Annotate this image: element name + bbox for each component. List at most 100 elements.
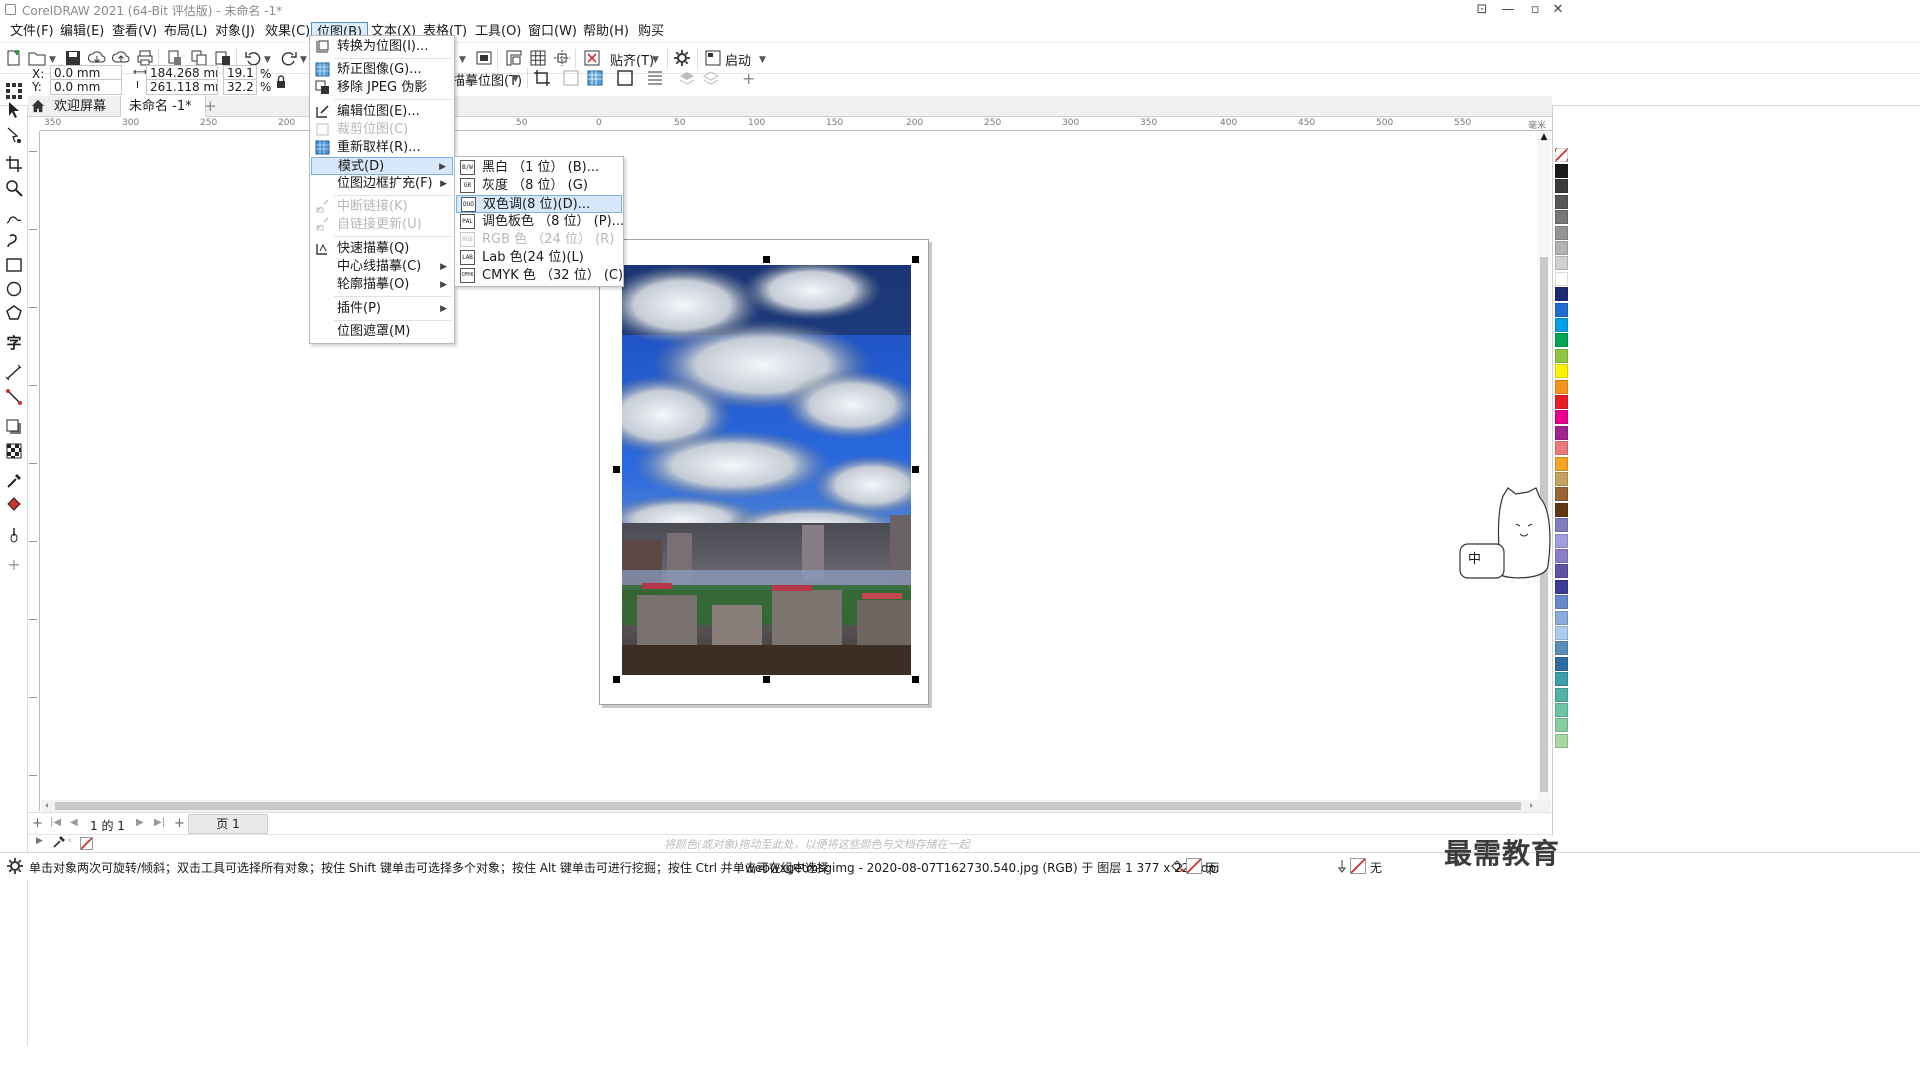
layer-down-icon[interactable]: [702, 69, 720, 87]
rectangle-tool-icon[interactable]: [5, 256, 23, 274]
palette-swatch[interactable]: [1555, 164, 1568, 178]
full-screen-icon[interactable]: [475, 49, 493, 67]
palette-swatch[interactable]: [1555, 641, 1568, 656]
menu-effects[interactable]: 效果(C): [260, 22, 315, 41]
palette-swatch[interactable]: [1555, 456, 1568, 471]
palette-left-icon[interactable]: ‹: [68, 835, 72, 846]
palette-swatch[interactable]: [1555, 287, 1568, 302]
new-document-icon[interactable]: [5, 49, 23, 67]
close-button[interactable]: ✕: [1548, 1, 1568, 19]
parallel-dimension-icon[interactable]: [5, 364, 23, 382]
scroll-thumb[interactable]: [55, 802, 1521, 810]
vertical-scrollbar[interactable]: ▲: [1537, 132, 1551, 800]
launch-dropdown-icon[interactable]: ▼: [759, 55, 766, 65]
scroll-up-icon[interactable]: ▲: [1537, 132, 1551, 144]
menu-edit[interactable]: 编辑(E): [55, 22, 109, 41]
menu-view[interactable]: 查看(V): [107, 22, 162, 41]
next-page-icon[interactable]: ▶: [136, 817, 144, 828]
bitmap-image[interactable]: [622, 265, 911, 675]
launch-icon[interactable]: [704, 49, 722, 67]
zoom-dropdown-icon[interactable]: ▼: [459, 55, 466, 65]
menu-item-plugins[interactable]: 插件(P) ▶: [311, 300, 453, 318]
selection-handle[interactable]: [763, 256, 770, 263]
menu-object[interactable]: 对象(J): [210, 22, 260, 41]
palette-swatch[interactable]: [1555, 533, 1568, 548]
layer-up-icon[interactable]: [678, 69, 696, 87]
interactive-fill-icon[interactable]: [5, 496, 23, 514]
menu-layout[interactable]: 布局(L): [159, 22, 212, 41]
palette-swatch[interactable]: [1555, 733, 1568, 748]
palette-swatch[interactable]: [1555, 672, 1568, 687]
palette-swatch[interactable]: [1555, 610, 1568, 625]
menu-item-outline-trace[interactable]: 轮廓描摹(O) ▶: [311, 276, 453, 294]
show-grid-icon[interactable]: [529, 49, 547, 67]
palette-swatch[interactable]: [1555, 687, 1568, 702]
menu-item-remove-jpeg-artifacts[interactable]: 移除 JPEG 伪影: [311, 79, 453, 97]
status-settings-gear-icon[interactable]: [6, 857, 24, 875]
palette-swatch[interactable]: [1555, 348, 1568, 363]
palette-swatch[interactable]: [1555, 395, 1568, 409]
palette-swatch[interactable]: [1555, 487, 1568, 502]
resample-tool-icon[interactable]: [586, 69, 604, 87]
menu-buy[interactable]: 购买: [633, 22, 669, 41]
trace-dropdown-icon[interactable]: ▼: [512, 74, 519, 84]
artistic-media-icon[interactable]: [5, 232, 23, 250]
palette-swatch[interactable]: [1555, 579, 1568, 594]
edit-bitmap-tool-icon[interactable]: [616, 69, 634, 87]
transparency-icon[interactable]: [5, 442, 23, 460]
menu-help[interactable]: 帮助(H): [578, 22, 634, 41]
menu-item-black-white[interactable]: B/W 黑白 （1 位） (B)...: [456, 159, 622, 177]
menu-item-bitmap-border-expand[interactable]: 位图边框扩充(F) ▶: [311, 175, 453, 193]
object-position-icon[interactable]: [5, 82, 23, 100]
crop-bitmap-tool-icon[interactable]: [533, 69, 551, 87]
redo-icon[interactable]: [280, 49, 298, 67]
menu-tools[interactable]: 工具(O): [470, 22, 526, 41]
selection-handle[interactable]: [912, 466, 919, 473]
palette-swatch[interactable]: [1555, 364, 1568, 379]
redo-dropdown-icon[interactable]: ▼: [300, 55, 307, 65]
scale-height-field[interactable]: 32.2: [223, 79, 257, 95]
selection-handle[interactable]: [613, 466, 620, 473]
add-page-before-icon[interactable]: +: [32, 816, 43, 831]
menu-item-crop-bitmap[interactable]: 裁剪位图(C): [311, 121, 453, 139]
palette-swatch[interactable]: [1555, 549, 1568, 563]
add-page-after-icon[interactable]: +: [174, 816, 185, 831]
palette-swatch[interactable]: [1555, 194, 1568, 209]
scroll-right-icon[interactable]: ›: [1525, 800, 1537, 812]
last-page-icon[interactable]: ▶|: [154, 817, 165, 828]
bitmap-properties-icon[interactable]: [646, 69, 664, 87]
height-field[interactable]: 261.118 mm: [146, 79, 218, 95]
fill-none-swatch[interactable]: [1186, 858, 1202, 874]
no-color-swatch[interactable]: [80, 837, 93, 850]
outline-none-swatch[interactable]: [1350, 858, 1366, 874]
palette-swatch[interactable]: [1555, 225, 1568, 240]
palette-swatch[interactable]: [1555, 472, 1568, 486]
tab-document[interactable]: 未命名 -1*: [120, 96, 206, 117]
palette-swatch[interactable]: [1555, 271, 1568, 286]
y-position-field[interactable]: 0.0 mm: [50, 79, 122, 95]
palette-swatch[interactable]: [1555, 564, 1568, 579]
horizontal-scrollbar[interactable]: ‹ ›: [41, 800, 1551, 812]
selection-handle[interactable]: [613, 676, 620, 683]
palette-swatch[interactable]: [1555, 425, 1568, 440]
palette-swatch[interactable]: [1555, 302, 1568, 317]
palette-swatch[interactable]: [1555, 703, 1568, 717]
menu-file[interactable]: 文件(F): [5, 22, 59, 41]
connector-tool-icon[interactable]: [5, 388, 23, 406]
horizontal-ruler[interactable]: 350 300 250 200 50 0 50 100 150 200 250 …: [40, 117, 1552, 131]
menu-item-centerline-trace[interactable]: 中心线描摹(C) ▶: [311, 258, 453, 276]
ime-mascot[interactable]: 中: [1458, 486, 1556, 582]
eyedropper-icon[interactable]: [5, 472, 23, 490]
text-tool-icon[interactable]: 字: [5, 334, 23, 352]
palette-swatch[interactable]: [1555, 333, 1568, 348]
palette-swatch[interactable]: [1555, 379, 1568, 394]
customize-toolbox-icon[interactable]: +: [5, 556, 23, 574]
menu-item-grayscale[interactable]: GR 灰度 （8 位） (G): [456, 177, 622, 195]
menu-item-edit-bitmap[interactable]: 编辑位图(E)...: [311, 103, 453, 121]
palette-swatch[interactable]: [1555, 410, 1568, 425]
add-tab-button[interactable]: +: [196, 96, 225, 117]
menu-item-resample[interactable]: 重新取样(R)...: [311, 139, 453, 157]
menu-item-quick-trace[interactable]: 快速描摹(Q): [311, 240, 453, 258]
menu-item-straighten-image[interactable]: 矫正图像(G)...: [311, 61, 453, 79]
snap-to-label[interactable]: 贴齐(T): [610, 50, 654, 69]
